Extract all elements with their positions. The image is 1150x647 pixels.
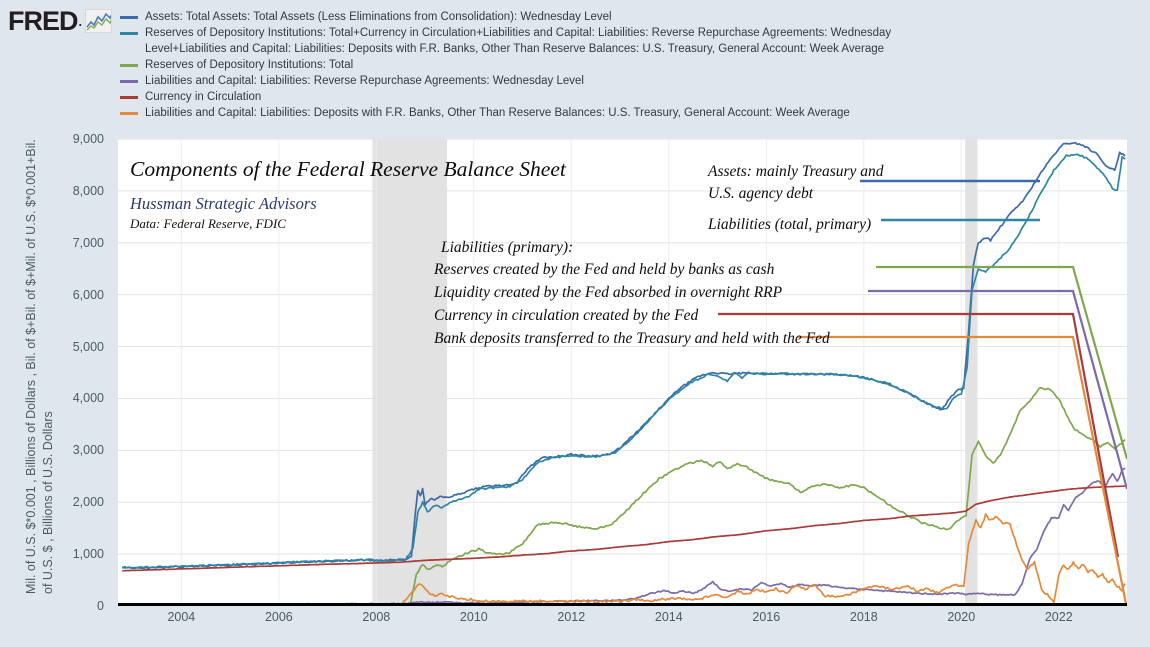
chart-legend: Assets: Total Assets: Total Assets (Less… [120, 10, 1140, 122]
legend-label-assets: Assets: Total Assets: Total Assets (Less… [145, 11, 612, 23]
annotation-liab-currency: Currency in circulation created by the F… [434, 307, 699, 324]
legend-item-continuation: Level+Liabilities and Capital: Liabiliti… [120, 42, 1140, 57]
annotation-assets-line1: Assets: mainly Treasury and [708, 163, 884, 180]
legend-item[interactable]: Reserves of Depository Institutions: Tot… [120, 58, 1140, 73]
x-tick-label: 2010 [459, 610, 488, 624]
x-tick-label: 2022 [1044, 610, 1073, 624]
legend-label-liabilities-total: Reserves of Depository Institutions: Tot… [145, 27, 892, 39]
x-tick-label: 2014 [654, 610, 683, 624]
legend-item[interactable]: Currency in Circulation [120, 90, 1140, 105]
x-tick-label: 2018 [849, 610, 878, 624]
y-tick-label: 0 [97, 599, 104, 613]
y-tick-label: 9,000 [72, 132, 104, 146]
legend-label-currency: Currency in Circulation [145, 91, 262, 103]
y-tick-label: 5,000 [72, 339, 104, 354]
y-axis-tick-labels: 0 1,000 2,000 3,000 4,000 5,000 6,000 7,000 8,00… [0, 132, 112, 613]
x-axis-line [118, 603, 1127, 606]
fred-logo: FRED . [8, 6, 112, 36]
legend-swatch-currency [120, 96, 138, 99]
legend-swatch-liabilities-total [120, 32, 138, 35]
legend-item[interactable]: Liabilities and Capital: Liabilities: Re… [120, 74, 1140, 89]
legend-label-liabilities-total-line2: Level+Liabilities and Capital: Liabiliti… [145, 43, 885, 55]
y-tick-label: 2,000 [72, 495, 104, 510]
y-tick-label: 3,000 [72, 443, 104, 458]
line-chart-icon [85, 9, 112, 33]
x-axis-tick-labels: 2004 2006 2008 2010 2012 2014 2016 2018 2020 2022 [118, 610, 1127, 634]
recession-band-0 [372, 139, 448, 606]
y-tick-label: 8,000 [72, 183, 104, 198]
x-tick-label: 2004 [167, 610, 196, 624]
chart-header: FRED . Assets: Total Assets: Total Asset… [0, 0, 1150, 133]
annotation-liabilities-total: Liabilities (total, primary) [708, 216, 872, 233]
x-tick-label: 2006 [264, 610, 293, 624]
annotation-assets-line2: U.S. agency debt [708, 185, 814, 202]
legend-swatch-rrp [120, 80, 138, 83]
annotation-liab-reserves: Reserves created by the Fed and held by … [434, 261, 775, 278]
annotation-liabilities-header: Liabilities (primary): [441, 239, 574, 256]
legend-label-tga: Liabilities and Capital: Liabilities: De… [145, 107, 850, 119]
legend-item[interactable]: Liabilities and Capital: Liabilities: De… [120, 106, 1140, 121]
annotation-leader-5 [798, 335, 1127, 606]
chart-data-source: Data: Federal Reserve, FDIC [130, 216, 286, 231]
legend-swatch-reserves [120, 64, 138, 67]
legend-item[interactable]: Assets: Total Assets: Total Assets (Less… [120, 10, 1140, 25]
x-tick-label: 2012 [557, 610, 586, 624]
legend-label-reserves: Reserves of Depository Institutions: Tot… [145, 59, 354, 71]
legend-swatch-tga [120, 112, 138, 115]
legend-swatch-assets [120, 16, 138, 19]
annotation-leader-2 [876, 265, 1127, 460]
chart-subtitle: Hussman Strategic Advisors [130, 194, 317, 213]
fred-wordmark: FRED [8, 5, 78, 36]
x-tick-label: 2016 [752, 610, 781, 624]
annotation-liab-tga: Bank deposits transferred to the Treasur… [434, 330, 830, 347]
y-tick-label: 7,000 [72, 235, 104, 250]
page-title: Components of the Federal Reserve Balanc… [130, 157, 566, 181]
legend-label-rrp: Liabilities and Capital: Liabilities: Re… [145, 75, 584, 87]
legend-item[interactable]: Reserves of Depository Institutions: Tot… [120, 26, 1140, 41]
y-tick-label: 6,000 [72, 287, 104, 302]
x-tick-label: 2008 [362, 610, 391, 624]
fred-dot: . [78, 13, 83, 29]
y-tick-label: 1,000 [72, 547, 104, 562]
y-tick-label: 4,000 [72, 391, 104, 406]
annotation-liab-rrp: Liquidity created by the Fed absorbed in… [434, 284, 783, 301]
x-tick-label: 2020 [947, 610, 976, 624]
